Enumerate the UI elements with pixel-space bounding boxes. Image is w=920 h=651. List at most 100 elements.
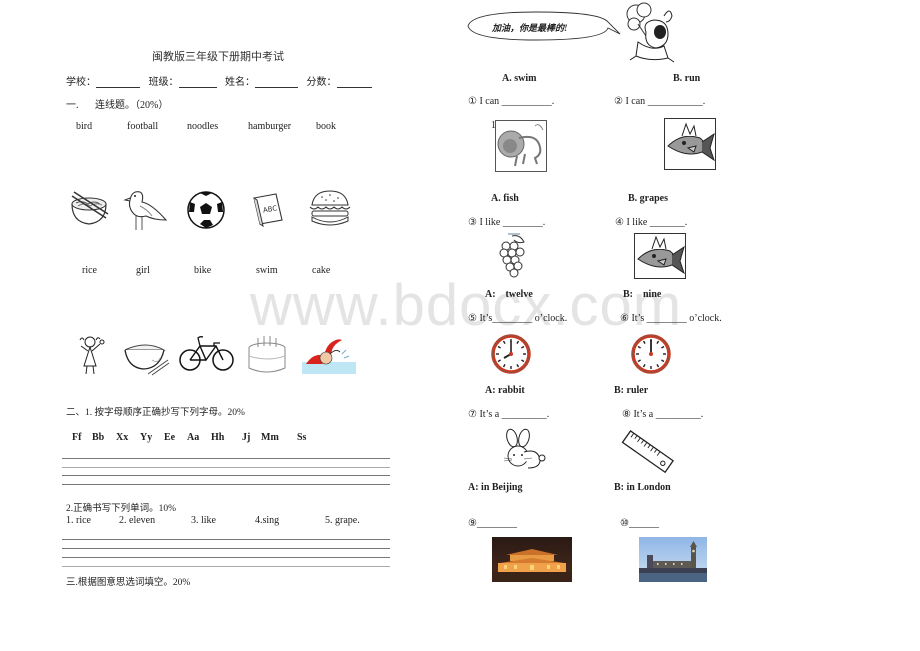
writing-line[interactable] bbox=[62, 458, 390, 459]
name-field[interactable] bbox=[255, 77, 298, 88]
abc-book-icon: ABC bbox=[250, 190, 286, 228]
class-label: 班级： bbox=[148, 77, 179, 88]
clock-twelve-icon bbox=[631, 334, 671, 374]
writing-line[interactable] bbox=[62, 539, 390, 540]
letter-ff: Ff bbox=[72, 432, 82, 443]
question-end: . bbox=[700, 409, 704, 420]
birthday-cake-icon bbox=[246, 334, 288, 376]
score-field[interactable] bbox=[336, 77, 372, 88]
question-6: ⑥ It’s ________ o’clock. bbox=[620, 313, 722, 324]
q12-option-a: A. swim bbox=[502, 73, 537, 84]
question-4: ④ I like _______. bbox=[615, 217, 687, 228]
question-number: ① bbox=[468, 96, 477, 107]
word-cake: cake bbox=[312, 265, 331, 276]
question-end: . bbox=[702, 96, 706, 107]
q78-option-a: A: rabbit bbox=[485, 385, 525, 396]
answer-blank[interactable]: ________ bbox=[647, 313, 687, 324]
spelling-word: 4.sing bbox=[255, 515, 280, 526]
answer-blank[interactable]: _________ bbox=[656, 409, 701, 420]
writing-line[interactable] bbox=[62, 557, 390, 558]
q56-option-a: A: twelve bbox=[485, 289, 533, 300]
question-1: ① I can __________. bbox=[468, 96, 554, 107]
section1-title: 连线题。（20%） bbox=[95, 100, 169, 111]
letter-mm: Mm bbox=[261, 432, 279, 443]
q56-option-b: B: nine bbox=[623, 289, 662, 300]
question-9: ⑨________ bbox=[468, 518, 517, 529]
class-field[interactable] bbox=[178, 77, 217, 88]
answer-blank[interactable]: ______ bbox=[629, 518, 659, 529]
question-number: ⑩ bbox=[620, 518, 629, 529]
q34-option-b: B. grapes bbox=[628, 193, 668, 204]
letter-hh: Hh bbox=[211, 432, 225, 443]
spelling-word: 2. eleven bbox=[119, 515, 156, 526]
question-number: ⑤ bbox=[468, 313, 477, 324]
question-text: I like bbox=[479, 217, 501, 228]
name-label: 姓名： bbox=[225, 77, 255, 88]
fish-icon bbox=[664, 118, 716, 170]
question-end: o’clock. bbox=[689, 313, 722, 324]
school-label: 学校： bbox=[66, 77, 96, 88]
question-number: ⑨ bbox=[468, 518, 477, 529]
hamburger-icon bbox=[306, 187, 354, 229]
tiananmen-photo bbox=[492, 537, 572, 582]
lion-icon bbox=[495, 120, 547, 172]
writing-line[interactable] bbox=[62, 484, 390, 485]
answer-blank[interactable]: ________ bbox=[503, 217, 543, 228]
spelling-word: 3. like bbox=[191, 515, 216, 526]
page-title: 闽教版三年级下册期中考试 bbox=[152, 51, 284, 63]
speech-bubble-text: 加油，你是最棒的! bbox=[492, 23, 568, 33]
word-girl: girl bbox=[136, 265, 150, 276]
bicycle-icon bbox=[178, 334, 236, 374]
word-hamburger: hamburger bbox=[248, 121, 292, 132]
section2-heading: 二、1. 按字母顺序正确抄写下列字母。20% bbox=[66, 408, 245, 418]
writing-line[interactable] bbox=[62, 467, 390, 468]
question-7: ⑦ It’s a _________. bbox=[468, 409, 549, 420]
word-bike: bike bbox=[194, 265, 212, 276]
question-end: . bbox=[542, 217, 546, 228]
rabbit-icon bbox=[500, 428, 546, 472]
answer-blank[interactable]: ________ bbox=[477, 518, 517, 529]
letter-xx: Xx bbox=[116, 432, 129, 443]
section3-heading: 三.根据图意思选词填空。20% bbox=[66, 578, 191, 588]
question-2: ② I can ___________. bbox=[614, 96, 705, 107]
q910-option-a: A: in Beijing bbox=[468, 482, 523, 493]
letter-ee: Ee bbox=[164, 432, 176, 443]
school-field[interactable] bbox=[96, 77, 140, 88]
writing-line[interactable] bbox=[62, 548, 390, 549]
section2-sub-heading: 2.正确书写下列单词。10% bbox=[66, 504, 177, 514]
question-10: ⑩______ bbox=[620, 518, 659, 529]
question-text: I can bbox=[479, 96, 500, 107]
spelling-word: 1. rice bbox=[66, 515, 91, 526]
question-end: . bbox=[684, 217, 688, 228]
section1-number: 一. bbox=[66, 100, 79, 111]
letter-yy: Yy bbox=[140, 432, 153, 443]
q34-option-a: A. fish bbox=[491, 193, 519, 204]
question-text: It’s a bbox=[479, 409, 500, 420]
answer-blank[interactable]: __________ bbox=[502, 96, 552, 107]
writing-line[interactable] bbox=[62, 566, 390, 567]
letter-jj: Jj bbox=[242, 432, 251, 443]
answer-blank[interactable]: _________ bbox=[502, 409, 547, 420]
question-text: It’s a bbox=[633, 409, 654, 420]
writing-line[interactable] bbox=[62, 475, 390, 476]
question-number: ⑧ bbox=[622, 409, 631, 420]
word-noodles: noodles bbox=[187, 121, 219, 132]
answer-blank[interactable]: ___________ bbox=[648, 96, 703, 107]
girl-icon bbox=[78, 334, 106, 376]
q12-option-b: B. run bbox=[673, 73, 701, 84]
word-football: football bbox=[127, 121, 159, 132]
word-bird: bird bbox=[76, 121, 93, 132]
clock-eight-icon bbox=[491, 334, 531, 374]
answer-blank[interactable]: _______ bbox=[650, 217, 685, 228]
question-5: ⑤ It’s________ o’clock. bbox=[468, 313, 567, 324]
question-number: ⑦ bbox=[468, 409, 477, 420]
letter-bb: Bb bbox=[92, 432, 105, 443]
question-text: I can bbox=[625, 96, 646, 107]
picture-label: 1 bbox=[491, 120, 496, 131]
question-end: o’clock. bbox=[534, 313, 568, 324]
question-3: ③ I like ________. bbox=[468, 217, 545, 228]
rice-bowl-icon bbox=[122, 338, 170, 376]
dog-with-balloons-icon bbox=[624, 2, 680, 64]
answer-blank[interactable]: ________ bbox=[492, 313, 532, 324]
london-photo bbox=[639, 537, 707, 582]
